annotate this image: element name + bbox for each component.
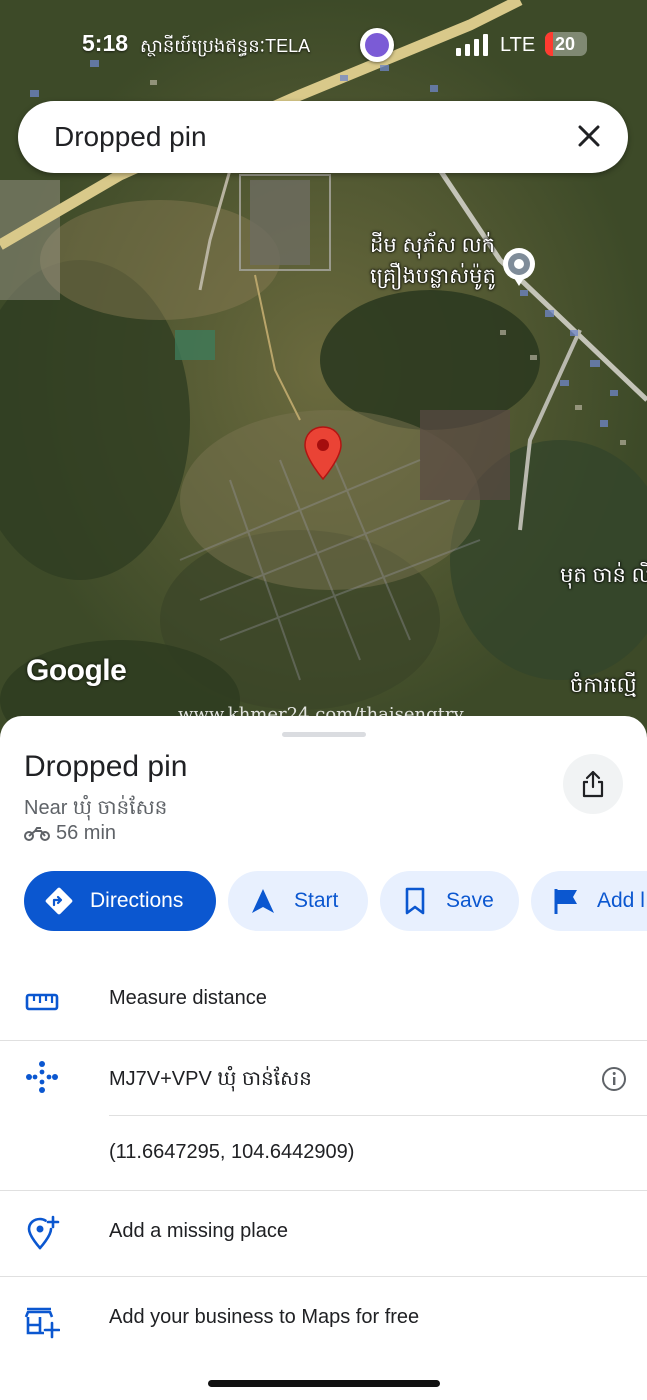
search-query[interactable]: Dropped pin [54, 121, 207, 153]
add-missing-place-row[interactable]: Add a missing place [0, 1191, 647, 1276]
gas-station-icon[interactable] [360, 28, 394, 62]
add-missing-place-label: Add a missing place [109, 1220, 288, 1242]
map-label-gas-station[interactable]: ស្ថានីយ៍ប្រេងឥន្ធនៈTELA [140, 34, 310, 61]
save-label: Save [446, 889, 494, 912]
place-marker-icon[interactable] [500, 246, 538, 286]
dropped-pin-icon[interactable] [303, 425, 343, 481]
ruler-icon [25, 993, 59, 1011]
motorcycle-icon [24, 826, 50, 841]
search-bar[interactable]: Dropped pin [18, 101, 628, 173]
plus-code-label: MJ7V+VPV ឃុំ ចាន់សែន [109, 1068, 312, 1090]
start-button[interactable]: Start [228, 871, 368, 931]
map-label-place-3[interactable]: ចំការល្មើ [570, 672, 637, 703]
directions-icon [45, 887, 73, 915]
directions-label: Directions [90, 889, 184, 912]
add-business-label: Add your business to Maps for free [109, 1306, 420, 1328]
bookmark-icon [405, 887, 425, 915]
action-chips: Directions Start Save Add l [24, 871, 647, 931]
plus-code-icon [26, 1061, 58, 1093]
add-business-row[interactable]: Add your business to Maps for free [0, 1277, 647, 1363]
close-icon[interactable] [572, 119, 606, 153]
google-logo: Google [26, 654, 127, 687]
map-label-line: គ្រឿងបន្លាស់ម៉ូតូ [370, 265, 496, 288]
add-label-button[interactable]: Add l [531, 871, 647, 931]
map-label-place-2[interactable]: មុត ចាន់ លី [560, 562, 647, 593]
start-label: Start [294, 889, 339, 912]
coordinates-row[interactable]: (11.6647295, 104.6442909) [0, 1116, 647, 1190]
battery-icon: 20 [545, 32, 587, 56]
battery-level: 20 [555, 34, 576, 54]
measure-distance-label: Measure distance [109, 987, 267, 1009]
plus-code-row[interactable]: MJ7V+VPV ឃុំ ចាន់សែន [0, 1041, 647, 1115]
add-business-icon [24, 1307, 60, 1339]
add-label: Add l [597, 889, 645, 912]
save-button[interactable]: Save [380, 871, 519, 931]
network-type: LTE [500, 34, 536, 56]
share-icon [582, 770, 604, 798]
home-indicator[interactable] [208, 1380, 440, 1387]
info-icon[interactable] [601, 1066, 627, 1092]
add-location-icon [27, 1215, 60, 1250]
status-bar: 5:18 ស្ថានីយ៍ប្រេងឥន្ធនៈTELA LTE 20 [0, 28, 647, 64]
status-time: 5:18 [82, 30, 129, 56]
drag-handle[interactable] [282, 732, 366, 737]
coordinates-label[interactable]: (11.6647295, 104.6442909) [109, 1141, 354, 1164]
place-title: Dropped pin [24, 750, 188, 783]
flag-icon [554, 889, 577, 914]
place-sheet: Dropped pin Near ឃុំ ចាន់សែន 56 min Dire… [0, 716, 647, 1400]
travel-time-value: 56 min [56, 822, 117, 844]
measure-distance-row[interactable]: Measure distance [0, 968, 647, 1040]
place-subtitle: Near ឃុំ ចាន់សែន [24, 797, 168, 819]
navigation-arrow-icon [252, 889, 274, 913]
map-label-line: ដីម សុភ័ស លក់ [370, 234, 495, 257]
battery-fill [545, 32, 553, 56]
share-button[interactable] [563, 754, 623, 814]
directions-button[interactable]: Directions [24, 871, 216, 931]
travel-time: 56 min [24, 822, 116, 845]
map-label-place-1[interactable]: ដីម សុភ័ស លក់ គ្រឿងបន្លាស់ម៉ូតូ [370, 232, 496, 294]
signal-icon [456, 34, 488, 56]
